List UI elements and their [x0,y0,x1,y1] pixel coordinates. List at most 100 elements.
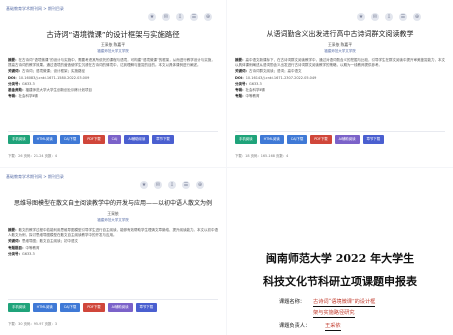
doi-label: DOI： [235,75,246,80]
cls-text: G633.3 [249,81,262,86]
fund-label: 专辑： [235,88,246,93]
keywords-label: 关键词： [8,239,22,244]
article-meta: 摘要：在古诗词“语境微课”的设计与实施中，需要考虑其所依托的课程与语境，可构建“… [8,58,218,99]
mobile-read-button[interactable]: 手机阅读 [8,303,30,312]
keywords-label: 关键词： [8,69,22,74]
ai-read-button[interactable]: AI辅助阅读 [107,303,133,312]
cite-icon[interactable]: ⊕ [196,181,204,189]
abstract-text: 高中语文新课标下，在古诗词群文阅读教学中，通过对语词勤含义的挖掘与比较，引导学生… [235,58,445,68]
issue-text: 中等教育 [245,94,260,99]
article-author[interactable]: 王采依 陈嘉平 [227,42,453,48]
leader-label: 课题负责人： [279,323,311,329]
abstract-label: 摘要： [235,58,246,62]
cls-text: G633.3 [22,251,35,256]
html-read-button[interactable]: HTML阅读 [32,303,57,312]
favorite-icon[interactable]: ★ [148,13,156,21]
topic-value-line2: 架与实施路径研究 [313,310,355,318]
chapter-download-button[interactable]: 章节下载 [152,135,174,144]
mobile-read-button[interactable]: 手机阅读 [8,135,30,144]
article-footer: 下载：26 页码：21-24 页数：4 [8,154,57,158]
topic-label: 专题题目： [8,245,26,250]
topic-label: 课题名称： [279,299,305,305]
toolbar: ★ ✉ ⇩ ☰ ⊕ [140,181,204,189]
toolbar: ★ ✉ ⇩ ☰ ⊕ [357,13,421,21]
fund-text: 福建师范大学大学生创新创业训练计划项目 [25,88,93,93]
doi-label: DOI： [8,75,19,80]
chapter-download-button[interactable]: 章节下载 [135,303,158,312]
ai-read-button[interactable]: AI辅助阅读 [334,135,360,144]
keywords-text[interactable]: 古诗词群文阅读；语词；高中语文 [249,69,302,73]
article-panel-1: 基础教育学术期刊网 > 期刊目录 ★ ✉ ⇩ ☰ ⊕ 古诗词“语境微课”的设计框… [0,0,226,167]
abstract-label: 摘要： [8,228,19,232]
article-institution[interactable]: 福建师范大学文学院 [0,49,226,54]
caj-download-button[interactable]: CAJ下载 [59,135,81,144]
issue-label: 专辑： [8,94,19,99]
pdf-download-button[interactable]: PDF下载 [83,303,105,312]
issue-label: 专题： [235,94,246,99]
breadcrumb[interactable]: 基础教育学术期刊网 > 期刊目录 [6,6,64,12]
doi-text[interactable]: 10.16143/j.cnki.1671-2307.2022.05.049 [246,76,317,80]
divider [8,299,218,300]
cls-label: 分类号： [235,81,249,86]
cls-text: G633.3 [22,81,35,86]
menu-icon[interactable]: ☰ [190,13,198,21]
html-read-button[interactable]: HTML阅读 [259,135,284,144]
cls-label: 分类号： [8,81,22,86]
keywords-label: 关键词： [235,69,249,74]
download-icon[interactable]: ⇩ [176,13,184,21]
cls-label: 分类号： [8,251,22,256]
abstract-text: 散文的教学过程中若能利用思维导图模型引导学生进行自主阅读，能够有效帮助学生理清文… [8,228,218,238]
abstract-text: 在古诗词“语境微课”的设计与实施中，需要考虑其所依托的课程与语境，可构建“语境微… [8,58,215,68]
action-buttons: 手机阅读 HTML阅读 CAJ下载 PDF下载 AI辅助阅读 章节下载 [235,135,385,144]
download-icon[interactable]: ⇩ [385,13,393,21]
leader-value: 王采依 [325,323,341,331]
article-meta: 摘要：高中语文新课标下，在古诗词群文阅读教学中，通过对语词勤含义的挖掘与比较，引… [235,58,445,99]
pdf-download-button[interactable]: PDF下载 [83,135,105,144]
article-panel-2: ★ ✉ ⇩ ☰ ⊕ 从语词勤含义出发进行高中古诗词群文阅读教学 王采依 陈嘉平 … [227,0,453,167]
html-read-button[interactable]: HTML阅读 [32,135,57,144]
article-institution[interactable]: 福建师范大学文学院 [227,49,453,54]
download-icon[interactable]: ⇩ [168,181,176,189]
divider [8,131,218,132]
share-icon[interactable]: ✉ [371,13,379,21]
keywords-text[interactable]: 思维导图；散文自主阅读；初中语文 [22,239,78,243]
article-title: 思维导图模型在散文自主阅读教学中的开发与应用——以初中语人散文为例 [13,200,212,207]
ai-read-button[interactable]: AI辅助阅读 [124,135,150,144]
keywords-text[interactable]: 古诗词；语境微课；设计框架；实施路径 [22,69,85,73]
breadcrumb[interactable]: 基础教育学术期刊网 > 期刊目录 [6,174,64,180]
doi-text[interactable]: 10.16083/j.cnki.1671-1580.2022.03.009 [19,76,90,80]
application-form-cover: 闽南师范大学 2022 年大学生 科技文化节科研立项课题申报表 课题名称： 古诗… [227,168,453,335]
share-icon[interactable]: ✉ [162,13,170,21]
favorite-icon[interactable]: ★ [140,181,148,189]
article-author[interactable]: 王采依 陈嘉平 [0,42,226,48]
caj-download-button[interactable]: CAJ下载 [59,303,81,312]
article-footer: 下载：18 页码：165-168 页数：4 [235,154,289,158]
form-title-line2: 科技文化节科研立项课题申报表 [263,275,417,288]
chapter-download-button[interactable]: 章节下载 [362,135,385,144]
topic-value-line1: 古诗词“语境微课”的设计框 [313,299,376,307]
article-institution[interactable]: 福建师范大学文学院 [0,218,226,223]
favorite-icon[interactable]: ★ [357,13,365,21]
article-title: 从语词勤含义出发进行高中古诗词群文阅读教学 [266,30,414,38]
mobile-read-button[interactable]: 手机阅读 [235,135,257,144]
caj-button[interactable]: CAJ [107,135,122,144]
share-icon[interactable]: ✉ [154,181,162,189]
abstract-label: 摘要： [8,58,19,62]
pdf-download-button[interactable]: PDF下载 [310,135,332,144]
article-footer: 下载：30 页码：95-97 页数：3 [8,322,57,326]
menu-icon[interactable]: ☰ [182,181,190,189]
cite-icon[interactable]: ⊕ [204,13,212,21]
action-buttons: 手机阅读 HTML阅读 CAJ下载 PDF下载 AI辅助阅读 章节下载 [8,303,158,312]
topic-text: 中等教育 [25,245,40,250]
caj-download-button[interactable]: CAJ下载 [286,135,308,144]
form-title-line1: 闽南师范大学 2022 年大学生 [265,252,415,265]
article-title: 古诗词“语境微课”的设计框架与实施路径 [46,30,180,39]
action-buttons: 手机阅读 HTML阅读 CAJ下载 PDF下载 CAJ AI辅助阅读 章节下载 [8,135,174,144]
cite-icon[interactable]: ⊕ [413,13,421,21]
article-panel-3: 基础教育学术期刊网 > 期刊目录 ★ ✉ ⇩ ☰ ⊕ 思维导图模型在散文自主阅读… [0,168,226,335]
divider [235,131,445,132]
fund-text: 社会科学Ⅱ辑 [245,88,265,93]
toolbar: ★ ✉ ⇩ ☰ ⊕ [148,13,212,21]
article-author[interactable]: 王采依 [0,211,226,217]
menu-icon[interactable]: ☰ [399,13,407,21]
